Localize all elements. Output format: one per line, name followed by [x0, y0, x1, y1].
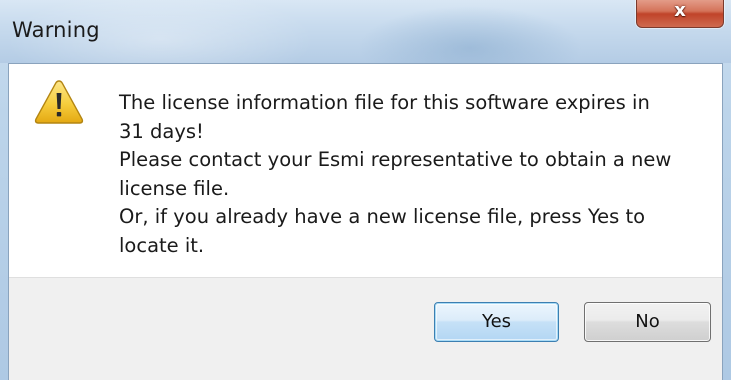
title-bar[interactable]: Warning x	[0, 0, 731, 63]
warning-dialog-window: Warning x The license information file f…	[0, 0, 731, 380]
close-button[interactable]: x	[636, 0, 724, 28]
message-line: 31 days!	[119, 119, 204, 143]
window-title: Warning	[12, 18, 100, 42]
message-line: Or, if you already have a new license fi…	[119, 205, 646, 228]
no-button[interactable]: No	[584, 302, 711, 342]
button-bar: Yes No	[9, 277, 722, 380]
warning-message: The license information file for this so…	[119, 89, 719, 260]
message-line: locate it.	[119, 233, 205, 257]
warning-icon	[34, 80, 84, 124]
message-line: license file.	[119, 176, 230, 200]
message-line: Please contact your Esmi representative …	[119, 148, 672, 171]
close-icon: x	[674, 0, 686, 21]
message-line: The license information file for this so…	[119, 91, 650, 114]
yes-button[interactable]: Yes	[434, 302, 559, 342]
dialog-client-area: The license information file for this so…	[8, 63, 723, 380]
